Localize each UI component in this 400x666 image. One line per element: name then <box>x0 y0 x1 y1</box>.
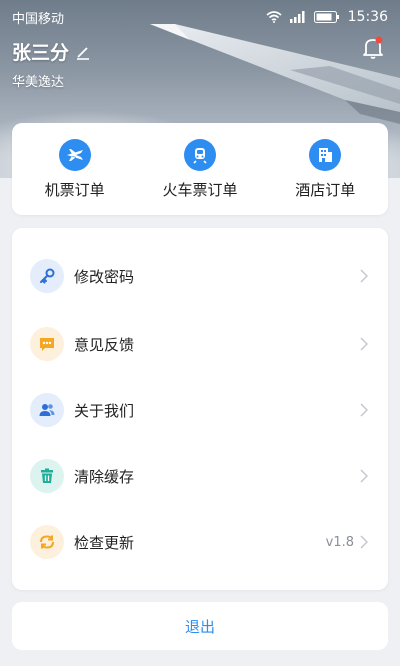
clock-time: 15:36 <box>347 9 388 25</box>
chevron-right-icon <box>360 403 368 417</box>
chevron-right-icon <box>360 469 368 483</box>
signal-icon <box>289 11 305 23</box>
train-orders-button[interactable]: 火车票订单 <box>145 138 255 200</box>
app-version: v1.8 <box>325 534 354 550</box>
menu-item-feedback[interactable]: 意见反馈 <box>12 314 388 374</box>
key-icon <box>30 259 64 293</box>
settings-menu: 修改密码 意见反馈 关于我们 清除缓存 检查更新 v1.8 <box>12 228 388 590</box>
company-name: 华美逸达 <box>12 75 65 90</box>
hotel-orders-label: 酒店订单 <box>295 180 356 199</box>
flight-orders-button[interactable]: 机票订单 <box>20 138 130 200</box>
notification-bell[interactable] <box>362 36 384 64</box>
menu-item-label: 修改密码 <box>74 267 135 286</box>
users-icon <box>30 393 64 427</box>
logout-button[interactable]: 退出 <box>12 602 388 650</box>
chevron-right-icon <box>360 269 368 283</box>
logout-label: 退出 <box>184 617 215 636</box>
bell-icon <box>363 36 383 59</box>
airplane-icon <box>58 138 91 171</box>
menu-item-clear-cache[interactable]: 清除缓存 <box>12 446 388 506</box>
battery-icon <box>313 11 339 23</box>
menu-item-check-update[interactable]: 检查更新 v1.8 <box>12 512 388 572</box>
user-name: 张三分 <box>12 42 70 64</box>
menu-item-about-us[interactable]: 关于我们 <box>12 380 388 440</box>
flight-orders-label: 机票订单 <box>44 180 105 199</box>
status-bar: 中国移动 15:36 <box>0 0 400 34</box>
menu-item-label: 检查更新 <box>74 533 135 552</box>
refresh-icon <box>30 525 64 559</box>
hotel-icon <box>309 138 342 171</box>
edit-icon[interactable] <box>75 44 91 60</box>
chevron-right-icon <box>360 535 368 549</box>
wifi-icon <box>266 11 282 23</box>
train-icon <box>183 138 216 171</box>
menu-item-label: 意见反馈 <box>74 335 135 354</box>
menu-item-label: 关于我们 <box>74 401 135 420</box>
train-orders-label: 火车票订单 <box>162 180 238 199</box>
orders-card: 机票订单 火车票订单 酒店订单 <box>12 123 388 215</box>
trash-icon <box>30 459 64 493</box>
menu-item-change-password[interactable]: 修改密码 <box>12 246 388 306</box>
chevron-right-icon <box>360 337 368 351</box>
message-icon <box>30 327 64 361</box>
hotel-orders-button[interactable]: 酒店订单 <box>270 138 380 200</box>
user-profile: 张三分 华美逸达 <box>12 38 91 90</box>
menu-item-label: 清除缓存 <box>74 467 135 486</box>
carrier-name: 中国移动 <box>12 11 65 27</box>
